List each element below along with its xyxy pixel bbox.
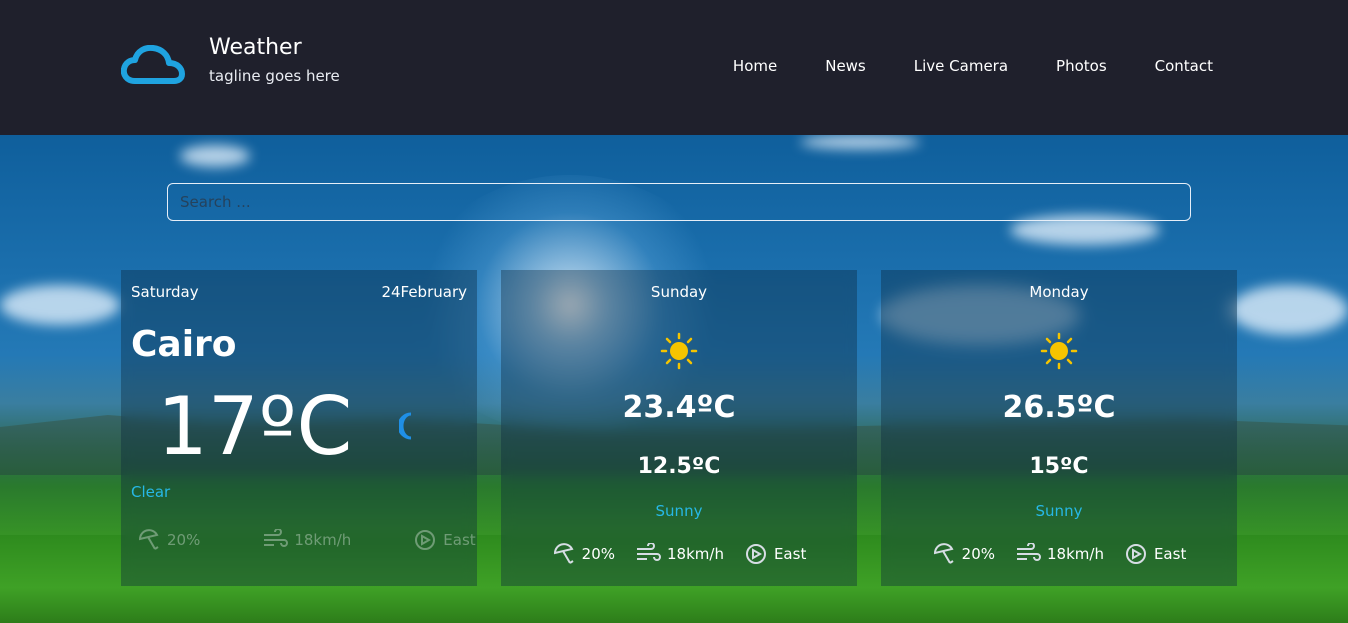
forecast-stats: 20% 18km/h East [881,542,1237,566]
wind-stat: 18km/h [635,542,724,566]
main-nav: Home News Live Camera Photos Contact [685,56,1213,76]
min-temperature: 12.5ºC [637,454,721,479]
compass-icon [1125,544,1146,564]
nav-contact[interactable]: Contact [1155,56,1213,76]
today-day: Saturday [131,283,199,301]
nav-news[interactable]: News [825,56,866,76]
wind-stat: 18km/h [262,529,351,551]
direction-stat: East [744,542,806,566]
brand[interactable]: Weather tagline goes here [121,35,340,87]
direction-value: East [773,545,807,563]
nav-home[interactable]: Home [733,56,777,76]
site-tagline: tagline goes here [209,67,340,85]
min-temperature: 15ºC [1029,454,1089,479]
sun-icon [1040,332,1078,370]
wind-stat: 18km/h [1015,542,1104,566]
cloud-shape [0,285,120,325]
direction-stat: East [413,528,476,552]
rain-value: 20% [961,545,995,563]
umbrella-icon [138,529,159,550]
cloud-shape [1230,285,1348,335]
rain-value: 20% [167,531,201,549]
cloud-logo-icon [121,45,185,84]
wind-icon [1017,543,1041,561]
direction-stat: East [1124,542,1186,566]
forecast-stats: 20% 18km/h East [501,542,857,566]
rain-stat: 20% [932,542,995,566]
today-stats: 20% 18km/h East [137,528,476,552]
nav-photos[interactable]: Photos [1056,56,1107,76]
today-date: 24February [381,283,467,301]
max-temperature: 26.5ºC [1002,390,1116,425]
cloud-shape [800,135,920,149]
rain-stat: 20% [552,542,615,566]
rain-value: 20% [581,545,615,563]
wind-value: 18km/h [1047,545,1104,563]
search-input[interactable] [167,183,1191,221]
wind-value: 18km/h [294,531,352,549]
umbrella-icon [553,543,574,564]
moon-icon [399,412,412,440]
forecast-card-monday: Monday 26.5ºC 15ºC Sunny 20% 18km/h East [881,270,1237,586]
site-header: Weather tagline goes here Home News Live… [0,0,1348,135]
today-card: Saturday 24February Cairo 17ºC Clear 20%… [121,270,477,586]
max-temperature: 23.4ºC [622,390,736,425]
forecast-condition: Sunny [1035,502,1083,520]
site-title: Weather [209,35,302,60]
direction-value: East [443,531,476,549]
forecast-condition: Sunny [655,502,703,520]
today-condition: Clear [131,483,171,501]
wind-icon [264,529,289,547]
compass-icon [415,530,436,550]
wind-value: 18km/h [667,545,724,563]
umbrella-icon [933,543,954,564]
nav-live-camera[interactable]: Live Camera [914,56,1008,76]
compass-icon [745,544,766,564]
wind-icon [637,543,661,561]
sun-icon-wrapper [501,332,857,374]
sun-icon-wrapper [881,332,1237,374]
forecast-day: Sunday [650,283,708,301]
city-name: Cairo [131,324,237,365]
sun-icon [660,332,698,370]
cloud-shape [180,145,250,167]
rain-stat: 20% [137,529,200,551]
current-temperature: 17ºC [157,380,353,473]
forecast-card-sunday: Sunday 23.4ºC 12.5ºC Sunny 20% 18km/h Ea… [501,270,857,586]
direction-value: East [1153,545,1187,563]
forecast-day: Monday [1029,283,1089,301]
